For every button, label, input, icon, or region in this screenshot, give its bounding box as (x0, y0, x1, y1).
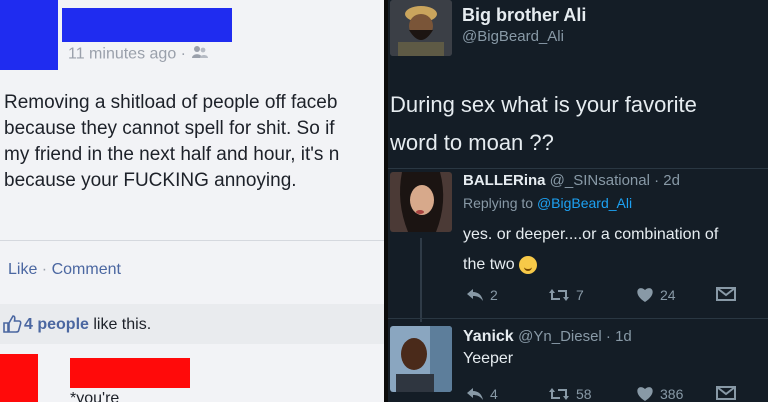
reply-author-handle[interactable]: @Yn_Diesel · 1d (518, 328, 632, 345)
reply-button[interactable]: 4 (466, 386, 498, 402)
post-actions: Like · Comment (8, 261, 121, 279)
likes-suffix: like this. (88, 316, 152, 333)
post-line: because they cannot spell for shit. So i… (4, 118, 335, 139)
like-button[interactable]: 24 (636, 287, 676, 303)
like-count: 24 (660, 287, 676, 303)
heart-icon (637, 387, 653, 401)
like-count: 386 (660, 386, 684, 402)
reply-icon (467, 388, 483, 400)
likes-summary: 4 people like this. (24, 316, 151, 334)
redaction-avatar (0, 0, 58, 70)
facebook-post: 11 minutes ago · Removing a shitload of … (0, 0, 384, 402)
reply-author-name[interactable]: Yanick (463, 328, 514, 345)
retweet-count: 7 (576, 287, 584, 303)
author-avatar[interactable] (390, 0, 452, 56)
reply-count: 4 (490, 386, 498, 402)
action-separator: · (37, 261, 52, 278)
tweet-line: word to moan ?? (390, 130, 554, 155)
heart-icon (637, 288, 653, 302)
redaction-commenter-avatar (0, 354, 38, 402)
like-button[interactable]: 386 (636, 386, 683, 402)
reply-button[interactable]: 2 (466, 287, 498, 303)
reply-avatar[interactable] (390, 326, 452, 392)
replying-to-link[interactable]: @BigBeard_Ali (537, 195, 632, 211)
tweet-author-name[interactable]: Big brother Ali (462, 5, 586, 26)
friends-icon (192, 45, 209, 64)
reply-author: Yanick @Yn_Diesel · 1d (463, 328, 632, 346)
envelope-icon (716, 386, 736, 400)
upside-down-face-icon (518, 255, 537, 274)
reply-author-name[interactable]: BALLERina (463, 172, 546, 189)
reply-line-2: the two (463, 250, 718, 280)
reply-line: yes. or deeper....or a combination of (463, 226, 719, 243)
replying-to: Replying to @BigBeard_Ali (463, 195, 632, 211)
reply-author: BALLERina @_SINsational · 2d (463, 172, 680, 189)
likes-row: 4 people like this. (0, 304, 384, 344)
redaction-commenter-name (70, 358, 190, 388)
post-body: Removing a shitload of people off faceb … (4, 90, 384, 194)
reply-text: Yeeper (463, 350, 514, 367)
retweet-button[interactable]: 7 (548, 287, 584, 303)
replying-prefix: Replying to (463, 195, 537, 211)
divider (388, 168, 768, 169)
post-line: my friend in the next half and hour, it'… (4, 144, 340, 165)
post-line: Removing a shitload of people off faceb (4, 92, 338, 113)
thread-line (420, 238, 422, 322)
tweet-line: During sex what is your favorite (390, 92, 697, 117)
tweet-author-handle[interactable]: @BigBeard_Ali (462, 28, 564, 45)
reply-icon (467, 289, 483, 301)
divider (0, 240, 384, 241)
post-line: because your FUCKING annoying. (4, 170, 297, 191)
redaction-name (62, 8, 232, 42)
reply-count: 2 (490, 287, 498, 303)
likers-link[interactable]: 4 people (24, 316, 89, 333)
comment-area (0, 344, 384, 402)
reply-text: yes. or deeper....or a combination of th… (463, 220, 718, 280)
retweet-count: 58 (576, 386, 592, 402)
reply-line: the two (463, 256, 515, 273)
comment-text: *you're (70, 390, 120, 402)
retweet-button[interactable]: 58 (548, 386, 592, 402)
retweet-icon (549, 388, 569, 400)
direct-message-button[interactable] (716, 386, 736, 400)
reply-author-handle[interactable]: @_SINsational · 2d (550, 172, 680, 189)
retweet-icon (549, 289, 569, 301)
reply-avatar[interactable] (390, 172, 452, 232)
post-meta: 11 minutes ago · (68, 45, 209, 64)
post-timestamp[interactable]: 11 minutes ago · (68, 46, 186, 63)
comment-link[interactable]: Comment (52, 261, 121, 278)
like-link[interactable]: Like (8, 261, 37, 278)
direct-message-button[interactable] (716, 287, 736, 301)
divider (388, 318, 768, 319)
tweet-text: During sex what is your favorite word to… (390, 86, 697, 162)
envelope-icon (716, 287, 736, 301)
thumbs-up-icon (2, 314, 22, 334)
